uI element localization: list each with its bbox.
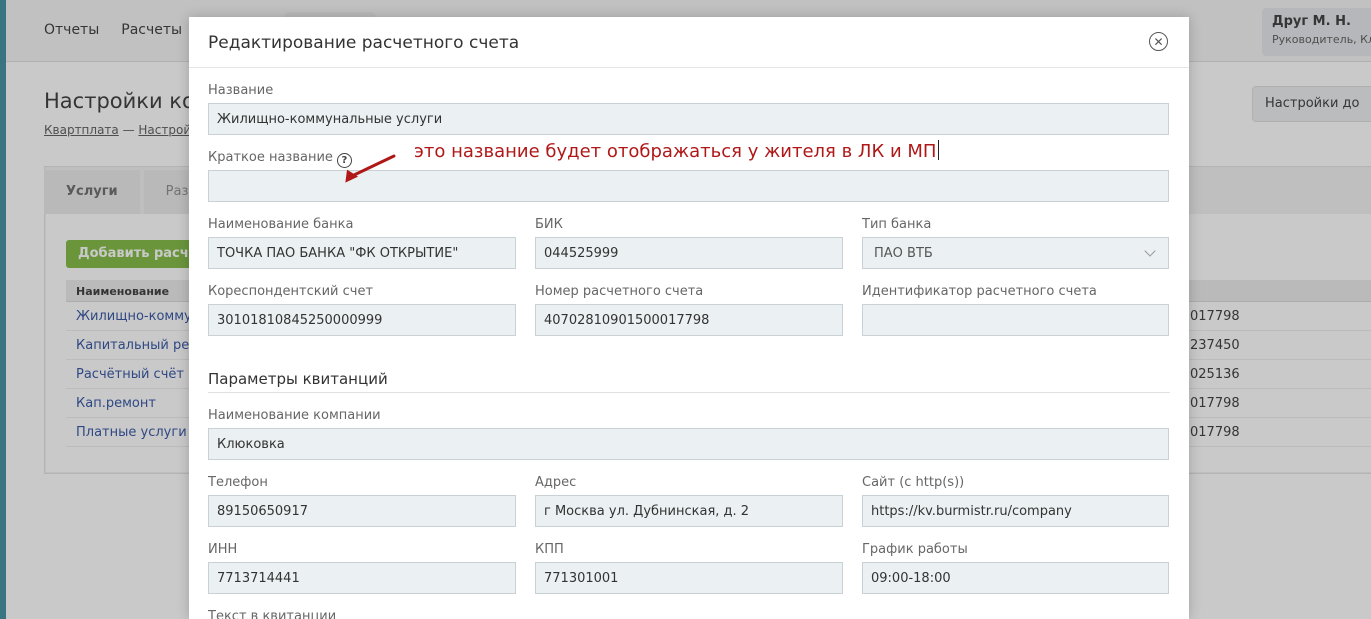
annotation-arrow-icon	[345, 154, 396, 183]
modal-title: Редактирование расчетного счета	[208, 33, 520, 53]
edit-account-modal: Редактирование расчетного счета ✕ Назван…	[189, 17, 1189, 619]
account-id-label: Идентификатор расчетного счета	[862, 284, 1097, 299]
modal-header: Редактирование расчетного счета ✕	[189, 17, 1189, 68]
company-name-label: Наименование компании	[208, 408, 381, 423]
corr-account-label: Кореспондентский счет	[208, 284, 374, 299]
name-input[interactable]: Жилищно-коммунальные услуги	[208, 103, 1169, 135]
company-name-input[interactable]: Клюковка	[208, 428, 1169, 460]
inn-label: ИНН	[208, 542, 238, 557]
site-input[interactable]: https://kv.burmistr.ru/company	[862, 495, 1169, 527]
schedule-input[interactable]: 09:00-18:00	[862, 562, 1169, 594]
annotation-text-content: это название будет отображаться у жителя…	[414, 141, 937, 162]
bank-name-input[interactable]: ТОЧКА ПАО БАНКА "ФК ОТКРЫТИЕ"	[208, 237, 516, 269]
receipt-section-title: Параметры квитанций	[208, 370, 388, 388]
phone-input[interactable]: 89150650917	[208, 495, 516, 527]
chevron-down-icon	[1144, 245, 1156, 257]
short-name-label: Краткое название?	[208, 150, 352, 168]
schedule-label: График работы	[862, 542, 968, 557]
section-divider	[208, 392, 1170, 393]
bank-name-label: Наименование банка	[208, 217, 354, 232]
account-id-input[interactable]	[862, 304, 1169, 336]
annotation-text: это название будет отображаться у жителя…	[414, 140, 940, 162]
name-label: Название	[208, 83, 274, 98]
phone-label: Телефон	[208, 475, 268, 490]
receipt-text-label: Текст в квитанции	[208, 609, 337, 619]
address-label: Адрес	[535, 475, 577, 490]
site-label: Сайт (с http(s))	[862, 475, 965, 490]
bik-label: БИК	[535, 217, 563, 232]
address-input[interactable]: г Москва ул. Дубнинская, д. 2	[535, 495, 843, 527]
text-cursor	[938, 140, 940, 160]
kpp-input[interactable]: 771301001	[535, 562, 843, 594]
bank-type-select[interactable]: ПАО ВТБ	[862, 237, 1169, 269]
inn-input[interactable]: 7713714441	[208, 562, 516, 594]
bank-type-selected-value: ПАО ВТБ	[874, 246, 933, 261]
account-number-label: Номер расчетного счета	[535, 284, 704, 299]
account-number-input[interactable]: 40702810901500017798	[535, 304, 843, 336]
kpp-label: КПП	[535, 542, 564, 557]
bik-input[interactable]: 044525999	[535, 237, 843, 269]
short-name-label-text: Краткое название	[208, 150, 333, 165]
bank-type-label: Тип банка	[862, 217, 932, 232]
corr-account-input[interactable]: 30101810845250000999	[208, 304, 516, 336]
close-icon[interactable]: ✕	[1149, 32, 1168, 51]
